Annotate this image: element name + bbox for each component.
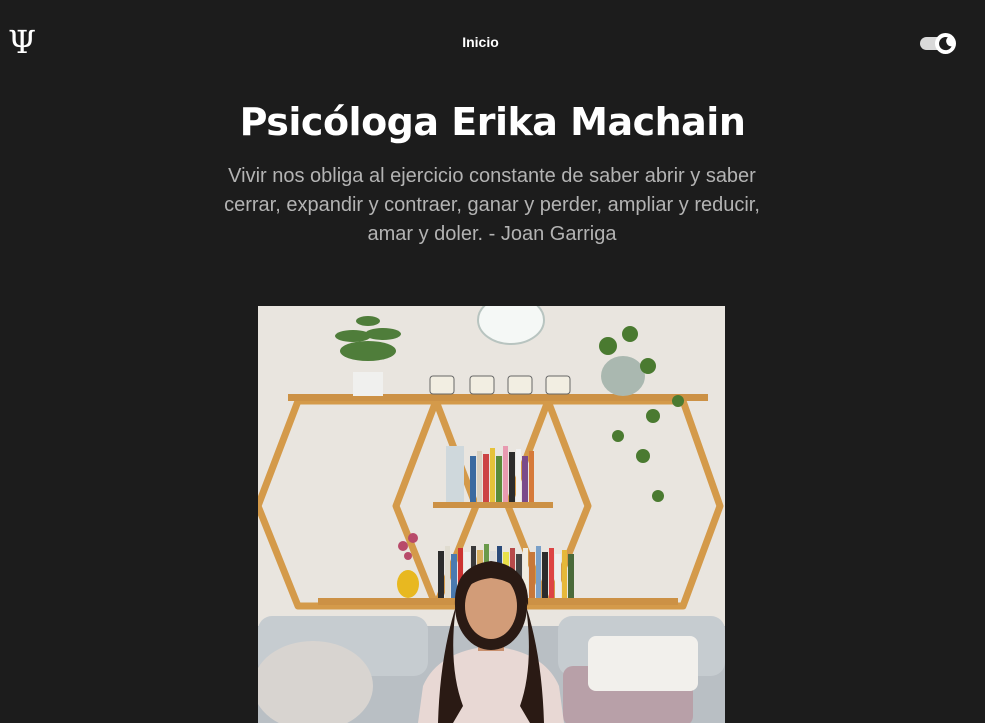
theme-toggle[interactable] [920, 33, 956, 54]
page-title: Psicóloga Erika Machain [239, 100, 746, 144]
profile-photo [258, 306, 725, 723]
nav-link-inicio-label[interactable]: Inicio [462, 34, 499, 50]
nav-link-inicio: Inicio [0, 34, 961, 50]
navbar: Ψ Inicio [0, 0, 985, 86]
moon-icon [939, 37, 952, 51]
profile-photo-illustration [258, 306, 725, 723]
hero-quote: Vivir nos obliga al ejercicio constante … [224, 165, 760, 245]
page: Ψ Inicio Psicóloga Erika Machain Vivir n… [0, 0, 985, 723]
